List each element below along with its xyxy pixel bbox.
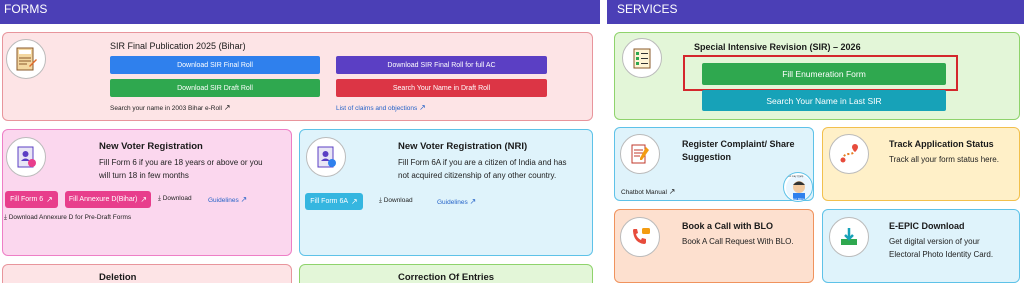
arrow-up-right-icon: ↗ bbox=[46, 195, 53, 204]
sir-checklist-icon bbox=[622, 38, 662, 78]
arrow-up-right-icon: ↗ bbox=[668, 187, 676, 196]
fill-enumeration-form-button[interactable]: Fill Enumeration Form bbox=[702, 63, 946, 85]
epic-download-icon bbox=[829, 217, 869, 257]
fill-form6a-button[interactable]: Fill Form 6A ↗ bbox=[305, 193, 363, 210]
blo-title: Book a Call with BLO bbox=[682, 221, 774, 231]
download-icon: ⤓ bbox=[158, 195, 161, 202]
arrow-up-right-icon: ↗ bbox=[419, 103, 426, 112]
complaint-title-2: Suggestion bbox=[682, 152, 731, 162]
voter-mitra-chatbot-icon[interactable]: … How may I help Voter Mitra bbox=[783, 172, 813, 202]
form6a-guidelines-label: Guidelines bbox=[437, 199, 468, 206]
sir-title: SIR Final Publication 2025 (Bihar) bbox=[110, 41, 246, 51]
download-icon: ⤓ bbox=[4, 214, 7, 221]
forms-header: FORMS bbox=[0, 0, 600, 24]
form6-download-label: Download bbox=[162, 195, 192, 202]
correction-title: Correction Of Entries bbox=[398, 272, 495, 283]
fill-form6-button[interactable]: Fill Form 6 ↗ bbox=[5, 191, 58, 208]
epic-desc-2: Electoral Photo Identity Card. bbox=[889, 250, 994, 259]
forms-header-label: FORMS bbox=[4, 2, 48, 16]
form6a-download-link[interactable]: ⤓ Download bbox=[379, 197, 413, 205]
form6a-guidelines-link[interactable]: Guidelines ↗ bbox=[437, 197, 476, 206]
services-header-label: SERVICES bbox=[617, 2, 678, 16]
arrow-up-right-icon: ↗ bbox=[140, 195, 148, 204]
chatbot-manual-label: Chatbot Manual bbox=[621, 189, 667, 196]
form6-guidelines-label: Guidelines bbox=[208, 197, 239, 204]
form6-guidelines-link[interactable]: Guidelines ↗ bbox=[208, 195, 247, 204]
complaint-icon bbox=[620, 134, 660, 174]
nri-title: New Voter Registration (NRI) bbox=[398, 141, 528, 152]
form6-download-link[interactable]: ⤓ Download bbox=[158, 195, 192, 203]
track-desc: Track all your form status here. bbox=[889, 155, 999, 164]
arrow-up-right-icon: ↗ bbox=[240, 195, 248, 204]
fill-form6-label: Fill Form 6 bbox=[10, 196, 44, 203]
deletion-title: Deletion bbox=[99, 272, 137, 283]
download-annexure-d-label: Download Annexure D for Pre-Draft Forms bbox=[8, 214, 132, 221]
fill-annexure-d-button[interactable]: Fill Annexure D(Bihar) ↗ bbox=[65, 191, 151, 208]
claims-objections-label: List of claims and objections bbox=[336, 105, 418, 112]
form6a-download-label: Download bbox=[383, 197, 413, 204]
deletion-card[interactable] bbox=[2, 264, 292, 283]
services-header: SERVICES bbox=[607, 0, 1024, 24]
nri-desc-1: Fill Form 6A if you are a citizen of Ind… bbox=[398, 158, 567, 167]
search-2003-eroll-link[interactable]: Search your name in 2003 Bihar e-Roll ↗ bbox=[110, 103, 231, 112]
chatbot-manual-link[interactable]: Chatbot Manual ↗ bbox=[621, 187, 675, 196]
arrow-up-right-icon: ↗ bbox=[469, 197, 477, 206]
epic-desc-1: Get digital version of your bbox=[889, 237, 980, 246]
search-name-draft-roll-button[interactable]: Search Your Name in Draft Roll bbox=[336, 79, 547, 97]
chatbot-badge-bottom: Voter Mitra bbox=[790, 197, 805, 201]
claims-objections-link[interactable]: List of claims and objections ↗ bbox=[336, 103, 426, 112]
download-icon: ⤓ bbox=[379, 197, 382, 204]
fill-form6a-label: Fill Form 6A bbox=[310, 198, 349, 205]
download-sir-final-roll-button[interactable]: Download SIR Final Roll bbox=[110, 56, 320, 74]
download-sir-draft-roll-button[interactable]: Download SIR Draft Roll bbox=[110, 79, 320, 97]
phone-call-icon bbox=[620, 217, 660, 257]
search-2003-eroll-label: Search your name in 2003 Bihar e-Roll bbox=[110, 105, 223, 112]
epic-title: E-EPIC Download bbox=[889, 221, 965, 231]
download-sir-final-roll-full-ac-button[interactable]: Download SIR Final Roll for full AC bbox=[336, 56, 547, 74]
nri-registration-icon bbox=[306, 137, 346, 177]
arrow-up-right-icon: ↗ bbox=[223, 103, 231, 112]
search-name-last-sir-button[interactable]: Search Your Name in Last SIR bbox=[702, 90, 946, 111]
new-voter-desc-1: Fill Form 6 if you are 18 years or above… bbox=[99, 158, 263, 167]
blo-desc: Book A Call Request With BLO. bbox=[682, 237, 794, 246]
download-annexure-d-link[interactable]: ⤓ Download Annexure D for Pre-Draft Form… bbox=[4, 214, 131, 222]
track-route-icon bbox=[829, 134, 869, 174]
chatbot-badge-top: How may I help bbox=[786, 175, 804, 178]
voter-registration-icon bbox=[6, 137, 46, 177]
special-revision-title: Special Intensive Revision (SIR) – 2026 bbox=[694, 42, 861, 52]
track-title: Track Application Status bbox=[889, 139, 994, 149]
sir-final-publication-card bbox=[2, 32, 593, 121]
new-voter-title: New Voter Registration bbox=[99, 141, 203, 152]
new-voter-desc-2: will turn 18 in few months bbox=[99, 171, 189, 180]
sir-form-icon bbox=[6, 39, 46, 79]
nri-desc-2: not acquired citizenship of any other co… bbox=[398, 171, 557, 180]
fill-annexure-d-label: Fill Annexure D(Bihar) bbox=[68, 196, 138, 203]
complaint-title-1: Register Complaint/ Share bbox=[682, 139, 795, 149]
arrow-up-right-icon: ↗ bbox=[351, 197, 358, 206]
